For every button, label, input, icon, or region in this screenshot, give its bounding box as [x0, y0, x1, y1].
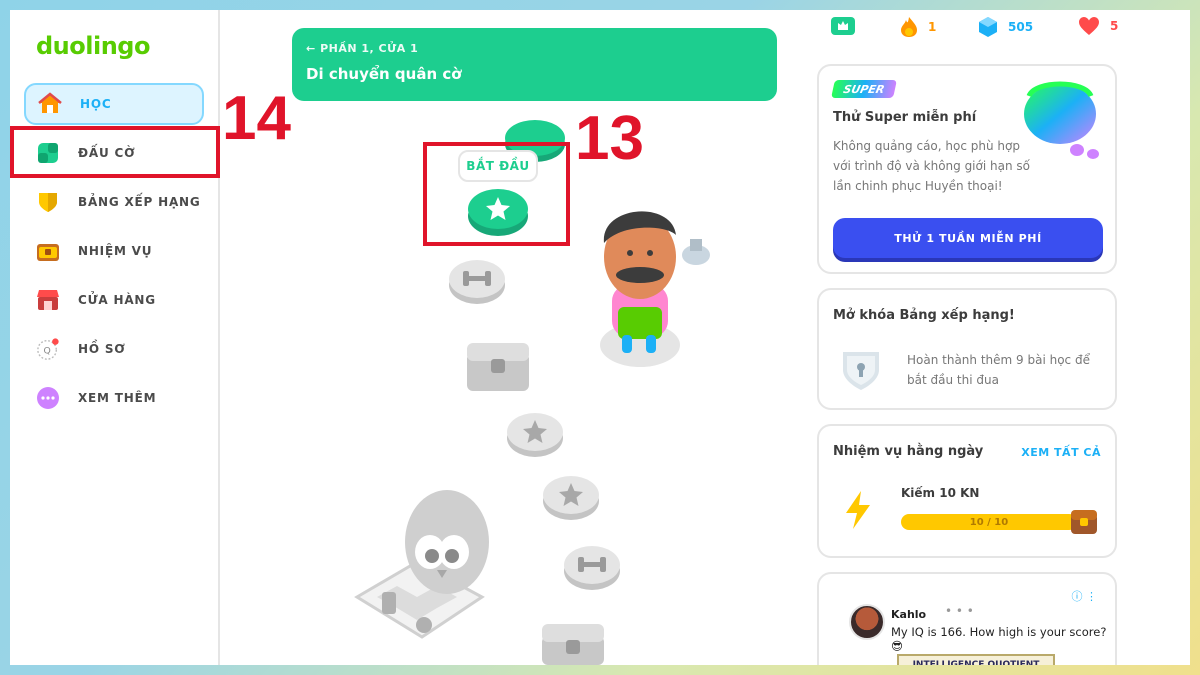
hearts-counter[interactable]: 5: [1078, 16, 1118, 36]
locked-shield-icon: [843, 352, 879, 390]
sidebar-item-label: HỌC: [80, 97, 112, 111]
locked-chest[interactable]: [463, 335, 533, 395]
sidebar-item-label: BẢNG XẾP HẠNG: [78, 195, 201, 209]
quest-progress-bar: 10 / 10: [901, 514, 1077, 530]
stats-bar: 1 505 5: [830, 16, 1130, 40]
gems-value: 505: [1008, 20, 1034, 34]
heart-icon: [1079, 17, 1099, 35]
treasure-chest-icon: [1071, 510, 1097, 534]
leaderboard-card-body: Hoàn thành thêm 9 bài học để bắt đầu thi…: [907, 353, 1090, 387]
annotation-box-chess: [10, 126, 220, 178]
ad-image: INTELLIGENCE QUOTIENT: [897, 654, 1055, 665]
svg-text:Q: Q: [43, 346, 50, 357]
unit-banner[interactable]: ← PHẦN 1, CỬA 1 Di chuyển quân cờ: [292, 28, 777, 101]
flame-icon: [901, 17, 917, 37]
lightning-icon: [846, 491, 870, 529]
more-icon: [36, 386, 60, 410]
chess-course-icon: [831, 17, 855, 35]
annotation-box-start: [423, 142, 570, 246]
locked-lesson-star[interactable]: [505, 405, 565, 461]
quest-title: Kiếm 10 KN: [901, 486, 980, 500]
quests-card-title: Nhiệm vụ hằng ngày: [833, 444, 984, 459]
locked-lesson-dumbbell[interactable]: [562, 538, 622, 594]
locked-chest[interactable]: [538, 618, 608, 665]
super-promo-card: SUPER Thử Super miễn phí Không quảng cáo…: [817, 64, 1117, 274]
unit-section-label: PHẦN 1, CỬA 1: [320, 42, 419, 55]
dots-icon: • • •: [945, 604, 974, 618]
view-all-link[interactable]: XEM TẤT CẢ: [1021, 446, 1101, 459]
character-illustration: [600, 211, 710, 367]
ad-info-icon[interactable]: ⓘ ⋮: [1072, 588, 1098, 604]
streak-value: 1: [928, 20, 937, 34]
gems-counter[interactable]: 505: [978, 16, 1033, 38]
super-owl-illustration: [1024, 81, 1099, 159]
course-flag[interactable]: [830, 16, 856, 36]
free-trial-button[interactable]: THỬ 1 TUẦN MIỄN PHÍ: [833, 218, 1103, 258]
annotation-number: 13: [575, 104, 644, 173]
sidebar-item-label: HỒ SƠ: [78, 342, 126, 356]
super-card-title: Thử Super miễn phí: [833, 110, 977, 125]
treasure-chest-icon: [36, 239, 60, 263]
streak-counter[interactable]: 1: [900, 16, 936, 38]
sidebar-item-learn[interactable]: HỌC: [24, 83, 204, 125]
leaderboard-unlock-card: Mở khóa Bảng xếp hạng! Hoàn thành thêm 9…: [817, 288, 1117, 410]
sidebar-item-quests[interactable]: NHIỆM VỤ: [24, 230, 204, 272]
sidebar-item-label: XEM THÊM: [78, 391, 157, 405]
app-window: duolingo HỌC ĐẤU CỜ BẢNG XẾP HẠNG NHIỆM …: [10, 10, 1190, 665]
ad-author: Kahlo: [891, 608, 927, 621]
shield-icon: [36, 190, 60, 214]
sidebar-item-shop[interactable]: CỬA HÀNG: [24, 279, 204, 321]
quest-progress-text: 10 / 10: [969, 516, 1009, 528]
gem-icon: [979, 17, 997, 37]
annotation-number: 14: [222, 84, 291, 153]
profile-icon: Q: [36, 337, 60, 361]
ad-card[interactable]: ⓘ ⋮ • • • Kahlo My IQ is 166. How high i…: [817, 572, 1117, 665]
avatar: [849, 604, 885, 640]
duolingo-logo[interactable]: duolingo: [36, 32, 150, 60]
sidebar-item-label: NHIỆM VỤ: [78, 244, 153, 258]
sidebar: duolingo HỌC ĐẤU CỜ BẢNG XẾP HẠNG NHIỆM …: [10, 10, 220, 665]
locked-lesson-star[interactable]: [541, 468, 601, 524]
hearts-value: 5: [1110, 19, 1119, 33]
home-icon: [38, 92, 62, 116]
unit-back-link[interactable]: ← PHẦN 1, CỬA 1: [306, 42, 763, 55]
sidebar-item-profile[interactable]: Q HỒ SƠ: [24, 328, 204, 370]
unit-title: Di chuyển quân cờ: [306, 65, 462, 83]
locked-lesson-dumbbell[interactable]: [447, 252, 507, 308]
sidebar-item-label: CỬA HÀNG: [78, 293, 156, 307]
ad-message: My IQ is 166. How high is your score?😎: [891, 625, 1107, 653]
shop-icon: [36, 288, 60, 312]
super-card-body: Không quảng cáo, học phù hợp với trình đ…: [833, 139, 1030, 193]
sidebar-item-leaderboard[interactable]: BẢNG XẾP HẠNG: [24, 181, 204, 223]
arrow-left-icon: ←: [306, 42, 316, 55]
locked-owl-illustration: [354, 490, 489, 639]
sidebar-item-more[interactable]: XEM THÊM: [24, 377, 204, 419]
daily-quests-card: Nhiệm vụ hằng ngày XEM TẤT CẢ Kiếm 10 KN…: [817, 424, 1117, 558]
super-badge: SUPER: [831, 80, 897, 98]
leaderboard-card-title: Mở khóa Bảng xếp hạng!: [833, 308, 1015, 323]
